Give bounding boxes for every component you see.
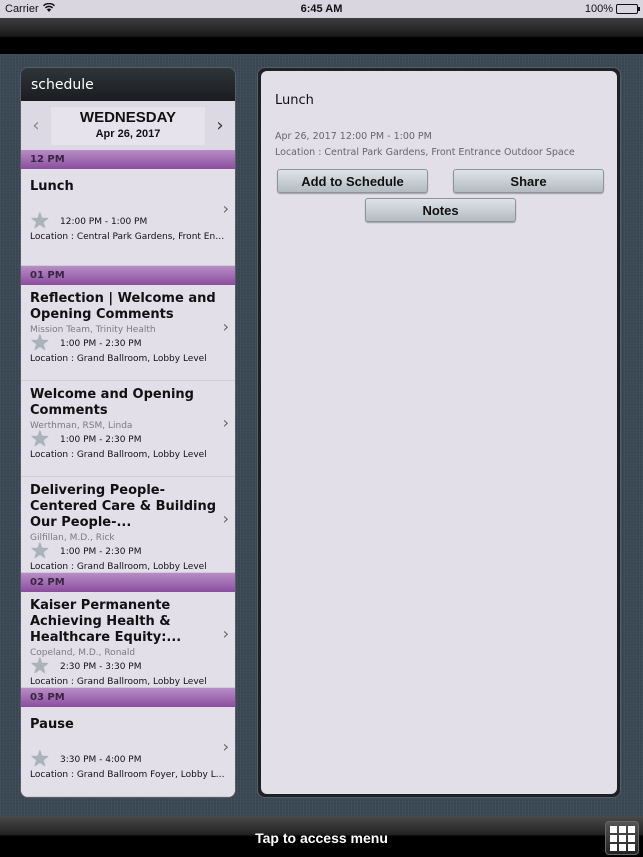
bottom-menu-bar[interactable]: Tap to access menu: [0, 816, 643, 857]
chevron-right-icon: ›: [222, 413, 229, 432]
detail-location: Location : Central Park Gardens, Front E…: [275, 147, 575, 158]
day-date: Apr 26, 2017: [95, 127, 161, 140]
grid-menu-button[interactable]: [605, 821, 639, 855]
favorite-star-icon[interactable]: ★: [30, 211, 52, 233]
hour-header: 01 PM: [21, 266, 235, 285]
status-bar: Carrier 6:45 AM 100%: [0, 0, 643, 18]
favorite-star-icon[interactable]: ★: [30, 541, 52, 563]
add-to-schedule-button[interactable]: Add to Schedule: [277, 169, 428, 193]
session-location: Location : Grand Ballroom, Lobby Level: [30, 677, 207, 687]
chevron-right-icon: ›: [222, 509, 229, 528]
wifi-icon: [42, 2, 55, 15]
session-title: Reflection | Welcome and Opening Comment…: [30, 291, 216, 322]
hour-header: 03 PM: [21, 688, 235, 707]
date-display: WEDNESDAY Apr 26, 2017: [51, 106, 205, 145]
session-item[interactable]: Delivering People-Centered Care & Buildi…: [21, 477, 235, 573]
date-navigator: ‹ WEDNESDAY Apr 26, 2017 ›: [21, 101, 235, 150]
schedule-panel-title: schedule: [21, 68, 235, 101]
session-time: 1:00 PM - 2:30 PM: [60, 339, 142, 349]
session-time: 3:30 PM - 4:00 PM: [60, 755, 142, 765]
session-item[interactable]: Pause ★ 3:30 PM - 4:00 PM Location : Gra…: [21, 707, 235, 797]
grid-menu-icon: [609, 825, 617, 833]
carrier-label: Carrier: [5, 3, 39, 15]
session-location: Location : Grand Ballroom, Lobby Level: [30, 562, 207, 572]
chevron-right-icon: ›: [222, 737, 229, 756]
session-title: Kaiser Permanente Achieving Health & Hea…: [30, 598, 182, 645]
session-speaker: Gilfillan, M.D., Rick: [30, 533, 115, 543]
chevron-right-icon: ›: [222, 317, 229, 336]
detail-title: Lunch: [275, 93, 314, 108]
session-detail-panel: Lunch Apr 26, 2017 12:00 PM - 1:00 PM Lo…: [257, 67, 621, 798]
session-title: Lunch: [30, 179, 74, 194]
status-right: 100%: [584, 3, 640, 15]
session-item[interactable]: Kaiser Permanente Achieving Health & Hea…: [21, 592, 235, 688]
status-time: 6:45 AM: [300, 3, 343, 15]
session-speaker: Copeland, M.D., Ronald: [30, 648, 136, 658]
session-item[interactable]: Reflection | Welcome and Opening Comment…: [21, 285, 235, 381]
schedule-panel: schedule ‹ WEDNESDAY Apr 26, 2017 › 12 P…: [20, 67, 236, 798]
day-name: WEDNESDAY: [79, 108, 177, 126]
session-detail-card: Lunch Apr 26, 2017 12:00 PM - 1:00 PM Lo…: [261, 71, 617, 794]
favorite-star-icon[interactable]: ★: [30, 333, 52, 355]
menu-label[interactable]: Tap to access menu: [255, 830, 388, 846]
chevron-right-icon: ›: [222, 624, 229, 643]
next-day-button[interactable]: ›: [205, 115, 235, 136]
battery-icon: [616, 4, 640, 14]
chevron-right-icon: ›: [222, 199, 229, 218]
session-time: 1:00 PM - 2:30 PM: [60, 547, 142, 557]
session-title: Welcome and Opening Comments: [30, 387, 194, 418]
session-time: 12:00 PM - 1:00 PM: [60, 217, 148, 227]
session-speaker: Mission Team, Trinity Health: [30, 325, 156, 335]
session-item[interactable]: Lunch ★ 12:00 PM - 1:00 PM Location : Ce…: [21, 169, 235, 266]
session-location: Location : Grand Ballroom, Lobby Level: [30, 354, 207, 364]
session-location: Location : Grand Ballroom, Lobby Level: [30, 450, 207, 460]
session-location: Location : Grand Ballroom Foyer, Lobby L…: [30, 770, 226, 780]
session-time: 1:00 PM - 2:30 PM: [60, 435, 142, 445]
favorite-star-icon[interactable]: ★: [30, 656, 52, 678]
session-title: Pause: [30, 717, 74, 732]
session-item[interactable]: Welcome and Opening Comments Werthman, R…: [21, 381, 235, 477]
chevron-left-icon: ‹: [32, 115, 40, 136]
battery-percent: 100%: [584, 3, 613, 15]
session-list[interactable]: 12 PM Lunch ★ 12:00 PM - 1:00 PM Locatio…: [21, 150, 235, 797]
favorite-star-icon[interactable]: ★: [30, 429, 52, 451]
favorite-star-icon[interactable]: ★: [30, 749, 52, 771]
session-speaker: Werthman, RSM, Linda: [30, 421, 133, 431]
share-button[interactable]: Share: [453, 169, 604, 193]
hour-header: 02 PM: [21, 573, 235, 592]
top-navigation-bar: [0, 18, 643, 54]
chevron-right-icon: ›: [216, 115, 224, 136]
notes-button[interactable]: Notes: [365, 198, 516, 222]
detail-datetime: Apr 26, 2017 12:00 PM - 1:00 PM: [275, 131, 432, 142]
status-left: Carrier: [5, 2, 55, 15]
session-location: Location : Central Park Gardens, Front E…: [30, 232, 226, 242]
previous-day-button[interactable]: ‹: [21, 115, 51, 136]
session-title: Delivering People-Centered Care & Buildi…: [30, 483, 217, 530]
hour-header: 12 PM: [21, 150, 235, 169]
session-time: 2:30 PM - 3:30 PM: [60, 662, 142, 672]
